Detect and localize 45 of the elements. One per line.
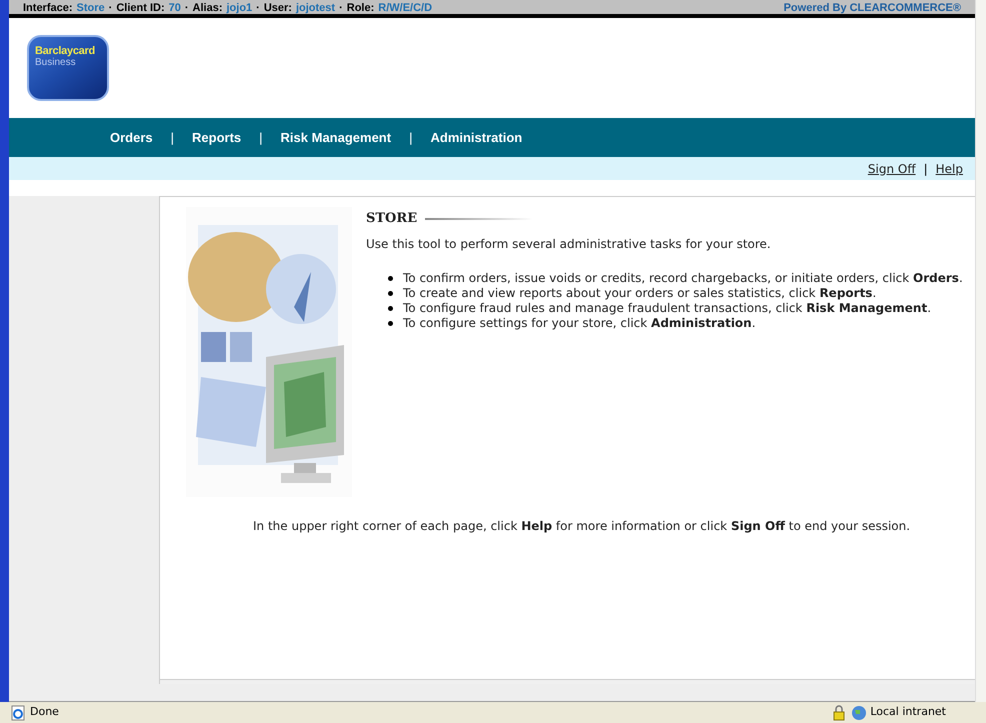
bullet-text: To confirm orders, issue voids or credits, record chargebacks, or initiate orders, click Orders. [403, 270, 963, 286]
intro-text: Use this tool to perform several administrative tasks for your store. [366, 236, 772, 252]
lock-icon [833, 704, 846, 720]
nav-separator: | [409, 128, 412, 147]
info-value: jojo1 [226, 2, 252, 14]
info-label: Alias: [192, 2, 222, 14]
nav-separator: | [170, 128, 174, 147]
zone-text: Local intranet [870, 704, 946, 720]
status-text: Done [30, 704, 59, 720]
bullet-icon [388, 306, 393, 310]
nav-link[interactable]: Administration [430, 128, 522, 148]
scrollbar[interactable] [975, 0, 986, 702]
browser-page-icon [10, 704, 26, 720]
nav-link[interactable]: Reports [192, 128, 242, 148]
info-value: jojotest [296, 2, 336, 14]
horizontal-scrollbar[interactable] [9, 684, 975, 702]
bullet-text: To configure settings for your store, click Administration. [403, 316, 756, 330]
info-value: Store [76, 2, 105, 14]
info-label: User: [264, 2, 292, 14]
nav-separator: | [259, 128, 263, 147]
info-label: Role: [346, 2, 374, 14]
separator-text: · [339, 2, 343, 14]
info-value: R/W/E/C/D [378, 2, 432, 14]
header-link[interactable]: Help [936, 160, 963, 178]
info-label: Interface: [23, 2, 73, 14]
logo-sub-text: Business [35, 57, 77, 68]
powered-by-text: Powered By CLEARCOMMERCE® [784, 2, 961, 14]
logo-brand-text: Barclaycard [35, 45, 96, 57]
bullet-text: To create and view reports about your orders or sales statistics, click Reports. [403, 286, 876, 300]
info-label: Client ID: [116, 2, 165, 14]
bullet-icon [388, 290, 393, 296]
section-title: STORE [366, 210, 418, 228]
globe-icon [851, 704, 868, 720]
header-link[interactable]: Sign Off [868, 160, 916, 178]
bullet-text: To configure fraud rules and manage fraudulent transactions, click Risk Management. [403, 300, 932, 316]
nav-link[interactable]: Risk Management [280, 128, 392, 148]
nav-link[interactable]: Orders [110, 128, 153, 148]
footer-text: In the upper right corner of each page, click Help for more information or click Sign Off to end your session. [253, 518, 912, 535]
bullet-icon [388, 276, 393, 280]
separator-text: · [108, 2, 112, 14]
info-value: 70 [168, 2, 181, 14]
bullet-icon [388, 320, 393, 326]
separator-text: · [256, 2, 260, 14]
link-separator: | [924, 160, 928, 178]
separator-text: · [184, 2, 189, 14]
